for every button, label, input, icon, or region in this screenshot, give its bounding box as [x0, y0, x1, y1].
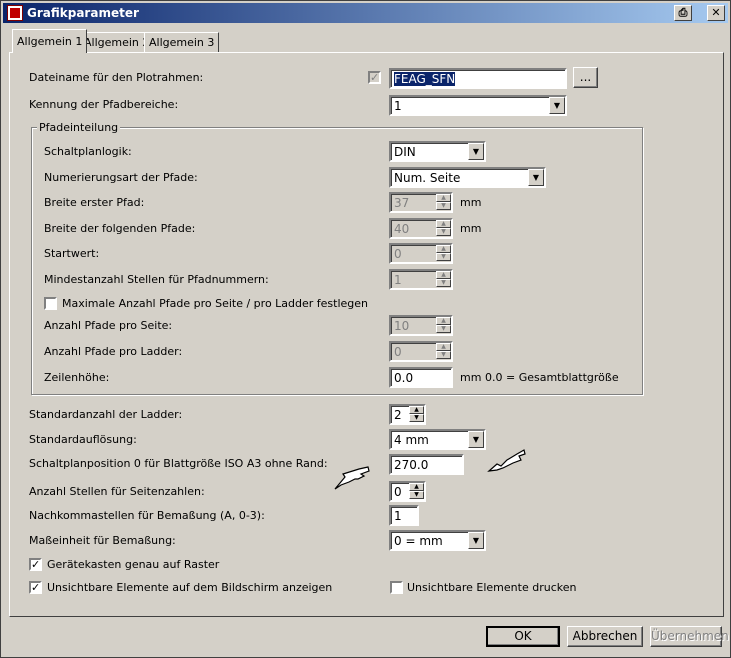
- unsichtbare-anzeigen-checkbox[interactable]: ✓: [29, 581, 42, 594]
- window-title: Grafikparameter: [27, 6, 139, 20]
- geraetekasten-label: Gerätekasten genau auf Raster: [47, 558, 220, 571]
- ok-button[interactable]: OK: [486, 626, 560, 647]
- breite-erster-stepper[interactable]: 37 ▲ ▼: [389, 192, 453, 213]
- chevron-down-icon[interactable]: ▼: [528, 169, 544, 186]
- breite-folgende-unit: mm: [460, 222, 482, 235]
- schaltplanlogik-select[interactable]: DIN ▼: [389, 141, 486, 162]
- pfade-ladder-label: Anzahl Pfade pro Ladder:: [44, 345, 183, 358]
- geraetekasten-checkbox[interactable]: ✓: [29, 558, 42, 571]
- schaltplanlogik-label: Schaltplanlogik:: [44, 145, 132, 158]
- numerierungsart-label: Numerierungsart der Pfade:: [44, 171, 198, 184]
- close-icon[interactable]: ✕: [707, 5, 725, 21]
- schaltplanposition-input[interactable]: 270.0: [389, 454, 464, 475]
- tab-allgemein-1[interactable]: Allgemein 1: [12, 29, 88, 53]
- pfade-ladder-stepper[interactable]: 0 ▲ ▼: [389, 341, 453, 362]
- maximale-label: Maximale Anzahl Pfade pro Seite / pro La…: [62, 297, 369, 310]
- mindestanzahl-label: Mindestanzahl Stellen für Pfadnummern:: [44, 273, 269, 286]
- standardanzahl-stepper[interactable]: 2 ▲ ▼: [389, 404, 426, 425]
- standardaufloesung-select[interactable]: 4 mm ▼: [389, 429, 486, 450]
- zeilenhoehe-unit: mm: [460, 371, 482, 384]
- pfadeinteilung-title: Pfadeinteilung: [37, 121, 121, 134]
- nachkommastellen-label: Nachkommastellen für Bemaßung (A, 0-3):: [29, 509, 265, 522]
- tab-allgemein-3[interactable]: Allgemein 3: [144, 32, 220, 52]
- unsichtbare-anzeigen-label: Unsichtbare Elemente auf dem Bildschirm …: [47, 581, 333, 594]
- numerierungsart-select[interactable]: Num. Seite ▼: [389, 167, 546, 188]
- breite-folgende-stepper[interactable]: 40 ▲ ▼: [389, 218, 453, 239]
- chevron-down-icon[interactable]: ▼: [468, 431, 484, 448]
- masseinheit-select[interactable]: 0 = mm ▼: [389, 530, 486, 551]
- dateiname-input[interactable]: FEAG_SFN: [389, 68, 567, 89]
- mindestanzahl-stepper[interactable]: 1 ▲ ▼: [389, 269, 453, 290]
- cancel-button[interactable]: Abbrechen: [567, 626, 643, 647]
- chevron-down-icon[interactable]: ▼: [468, 143, 484, 160]
- dateiname-label: Dateiname für den Plotrahmen:: [29, 71, 204, 84]
- hand-pointer-icon: [334, 466, 370, 490]
- breite-folgende-label: Breite der folgenden Pfade:: [44, 222, 196, 235]
- title-bar[interactable]: Grafikparameter ⎙ ✕: [3, 3, 728, 23]
- pfade-seite-stepper[interactable]: 10 ▲ ▼: [389, 315, 453, 336]
- chevron-down-icon[interactable]: ▼: [549, 97, 565, 114]
- hand-pointer-icon: [487, 449, 526, 472]
- standardaufloesung-label: Standardauflösung:: [29, 433, 137, 446]
- unsichtbare-drucken-label: Unsichtbare Elemente drucken: [407, 581, 577, 594]
- startwert-label: Startwert:: [44, 247, 100, 260]
- startwert-stepper[interactable]: 0 ▲ ▼: [389, 243, 453, 264]
- standardanzahl-label: Standardanzahl der Ladder:: [29, 408, 183, 421]
- zeilenhoehe-hint: 0.0 = Gesamtblattgröße: [485, 371, 619, 384]
- breite-erster-label: Breite erster Pfad:: [44, 196, 145, 209]
- unsichtbare-drucken-checkbox[interactable]: [390, 581, 403, 594]
- pfade-seite-label: Anzahl Pfade pro Seite:: [44, 319, 173, 332]
- maximale-checkbox[interactable]: [44, 297, 57, 310]
- nachkommastellen-input[interactable]: 1: [389, 505, 419, 526]
- dateiname-checkbox[interactable]: ✓: [368, 71, 381, 84]
- print-icon[interactable]: ⎙: [674, 5, 692, 21]
- app-icon: [7, 5, 23, 21]
- kennung-select[interactable]: 1 ▼: [389, 95, 567, 116]
- kennung-label: Kennung der Pfadbereiche:: [29, 98, 179, 111]
- breite-erster-unit: mm: [460, 196, 482, 209]
- dialog-window: Grafikparameter ⎙ ✕ Allgemein 1 Allgemei…: [0, 0, 731, 658]
- stellen-seitenzahlen-stepper[interactable]: 0 ▲ ▼: [389, 481, 426, 502]
- chevron-down-icon[interactable]: ▼: [468, 532, 484, 549]
- zeilenhoehe-label: Zeilenhöhe:: [44, 371, 110, 384]
- stellen-seitenzahlen-label: Anzahl Stellen für Seitenzahlen:: [29, 485, 205, 498]
- browse-button[interactable]: ...: [573, 67, 598, 88]
- masseinheit-label: Maßeinheit für Bemaßung:: [29, 534, 176, 547]
- schaltplanposition-label: Schaltplanposition 0 für Blattgröße ISO …: [29, 457, 328, 470]
- apply-button[interactable]: Übernehmen: [650, 626, 729, 647]
- zeilenhoehe-input[interactable]: 0.0: [389, 367, 453, 388]
